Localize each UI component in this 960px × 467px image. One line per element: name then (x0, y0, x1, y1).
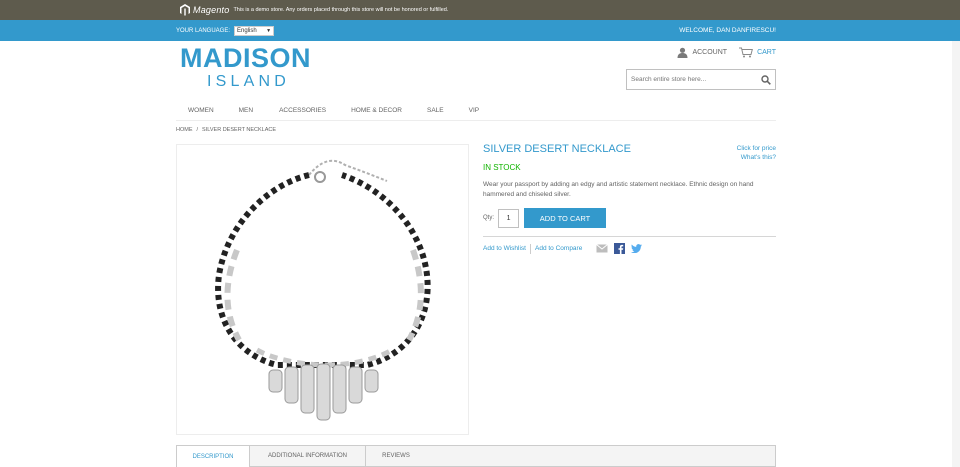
tab-additional-information[interactable]: ADDITIONAL INFORMATION (250, 446, 366, 466)
email-icon[interactable] (596, 244, 609, 253)
search-input[interactable] (631, 76, 751, 83)
breadcrumb: HOME / SILVER DESERT NECKLACE (176, 127, 276, 133)
language-value: English (237, 27, 257, 34)
nav-item-women[interactable]: WOMEN (188, 107, 214, 114)
product-description: Wear your passport by adding an edgy and… (483, 181, 754, 198)
magento-logo: Magento (180, 4, 229, 16)
product-actions: Add to Wishlist Add to Compare (483, 243, 643, 254)
breadcrumb-separator: / (196, 127, 199, 133)
demo-store-bar: Magento This is a demo store. Any orders… (0, 0, 960, 20)
account-cart-links: ACCOUNT CART (677, 47, 776, 58)
add-to-cart-row: Qty: ADD TO CART (483, 208, 607, 228)
magento-brand-text: Magento (193, 5, 230, 15)
bead-strand (215, 172, 431, 368)
chevron-down-icon: ▼ (266, 27, 272, 34)
nav-item-sale[interactable]: SALE (427, 107, 444, 114)
nav-item-vip[interactable]: VIP (469, 107, 479, 114)
logo-sub-text: ISLAND (207, 73, 290, 90)
necklace-image (215, 159, 431, 421)
pendant-bars (268, 363, 379, 421)
product-title: SILVER DESERT NECKLACE (483, 143, 631, 155)
main-navigation: WOMEN MEN ACCESSORIES HOME & DECOR SALE … (188, 107, 504, 114)
language-switcher: YOUR LANGUAGE: English ▼ (176, 25, 275, 36)
twitter-icon[interactable] (631, 244, 643, 253)
product-actions-divider (483, 236, 776, 237)
qty-input[interactable] (498, 208, 520, 228)
product-image[interactable] (176, 144, 469, 435)
header-bar: YOUR LANGUAGE: English ▼ WELCOME, DAN DA… (0, 20, 960, 41)
tab-reviews[interactable]: REVIEWS (366, 446, 426, 466)
qty-label: Qty: (483, 215, 495, 221)
logo-main-text: MADISON (180, 43, 311, 73)
add-to-cart-button[interactable]: ADD TO CART (524, 208, 607, 228)
whats-this-link[interactable]: What's this? (737, 153, 776, 162)
page-scrollbar[interactable] (952, 41, 960, 467)
magento-icon (180, 4, 190, 16)
welcome-message: WELCOME, DAN DANFIRESCU! (679, 27, 776, 34)
cart-icon (739, 47, 754, 58)
account-link[interactable]: ACCOUNT (677, 47, 727, 58)
demo-notice: This is a demo store. Any orders placed … (233, 7, 449, 13)
link-separator (530, 243, 531, 254)
nav-item-accessories[interactable]: ACCESSORIES (279, 107, 326, 114)
search-box (626, 69, 776, 90)
price-links: Click for price What's this? (737, 144, 776, 162)
cart-link[interactable]: CART (739, 47, 776, 58)
user-icon (677, 47, 688, 58)
add-to-wishlist-link[interactable]: Add to Wishlist (483, 245, 526, 252)
breadcrumb-current: SILVER DESERT NECKLACE (202, 127, 277, 133)
tab-description[interactable]: DESCRIPTION (177, 446, 250, 467)
cart-label: CART (757, 49, 776, 56)
breadcrumb-home[interactable]: HOME (176, 127, 193, 133)
nav-item-home-decor[interactable]: HOME & DECOR (351, 107, 402, 114)
language-label: YOUR LANGUAGE: (176, 27, 231, 34)
add-to-compare-link[interactable]: Add to Compare (535, 245, 582, 252)
account-label: ACCOUNT (692, 49, 728, 56)
stock-status: IN STOCK (483, 163, 521, 172)
click-for-price-link[interactable]: Click for price (737, 144, 776, 153)
store-logo[interactable]: MADISON ISLAND (180, 43, 311, 91)
nav-divider (176, 120, 776, 121)
language-select[interactable]: English ▼ (234, 25, 275, 36)
product-tabs: DESCRIPTION ADDITIONAL INFORMATION REVIE… (176, 445, 776, 467)
facebook-icon[interactable] (614, 243, 626, 254)
search-icon[interactable] (761, 74, 771, 85)
nav-item-men[interactable]: MEN (239, 107, 253, 114)
share-links (596, 243, 643, 254)
